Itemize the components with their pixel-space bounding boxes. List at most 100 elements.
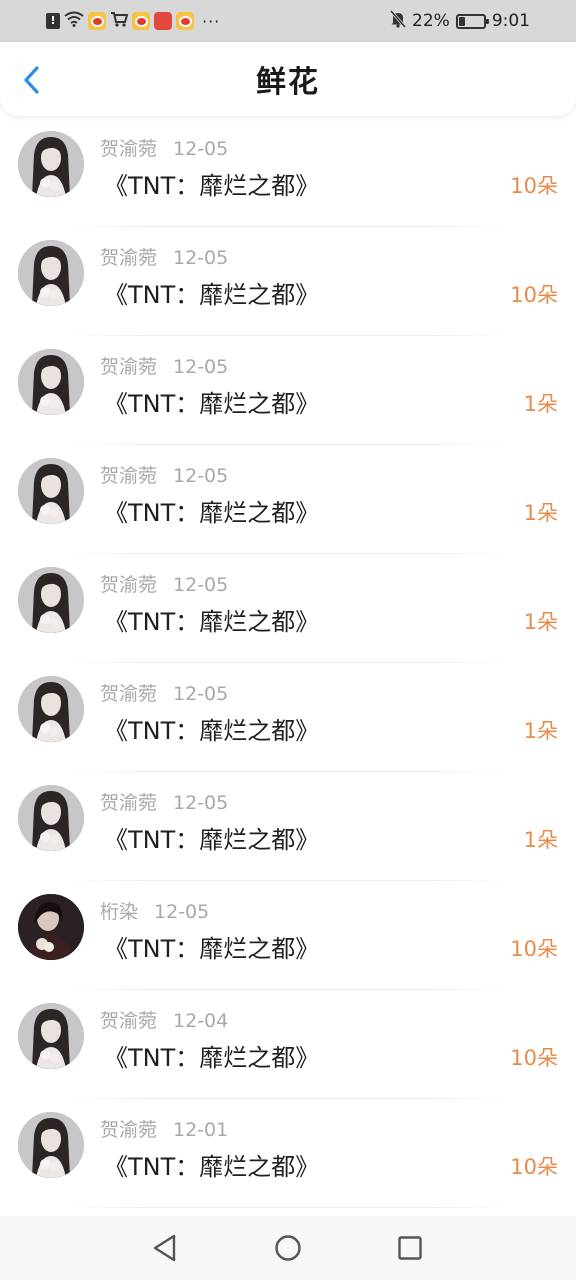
user-name[interactable]: 贺渝菀 (100, 683, 157, 705)
user-name[interactable]: 贺渝菀 (100, 792, 157, 814)
list-item[interactable]: 贺渝菀 12-04 《TNT：靡烂之都》 10朵 (0, 990, 576, 1099)
book-title[interactable]: 《TNT：靡烂之都》 (104, 711, 319, 746)
item-meta: 贺渝菀 12-05 (100, 134, 228, 161)
wifi-icon (64, 11, 84, 32)
battery-icon (455, 13, 489, 29)
list-item[interactable]: 贺渝菀 12-05 《TNT：靡烂之都》 10朵 (0, 227, 576, 336)
system-nav-bar (0, 1216, 576, 1280)
book-title[interactable]: 《TNT：靡烂之都》 (104, 602, 319, 637)
list-item[interactable]: 贺渝菀 12-05 《TNT：靡烂之都》 1朵 (0, 554, 576, 663)
item-meta: 贺渝菀 12-05 (100, 461, 228, 488)
status-right: 22% 9:01 (389, 9, 530, 33)
item-meta: 贺渝菀 12-05 (100, 679, 228, 706)
chevron-left-icon (24, 66, 39, 94)
avatar[interactable] (18, 240, 84, 306)
item-date: 12-05 (173, 792, 229, 814)
screen: ! ··· 22% 9:01 鲜花 贺渝菀 12-05 《TNT：靡烂之都》 1… (0, 0, 576, 1280)
status-left: ! ··· (46, 11, 220, 32)
item-meta: 桁染 12-05 (100, 897, 209, 924)
flower-count: 1朵 (523, 501, 558, 525)
item-meta: 贺渝菀 12-05 (100, 570, 228, 597)
avatar[interactable] (18, 676, 84, 742)
book-title[interactable]: 《TNT：靡烂之都》 (104, 929, 319, 964)
battery-level (458, 16, 465, 26)
user-name[interactable]: 贺渝菀 (100, 1119, 157, 1141)
item-date: 12-05 (173, 138, 229, 160)
flower-count: 1朵 (523, 828, 558, 852)
status-bar: ! ··· 22% 9:01 (0, 0, 576, 42)
user-name[interactable]: 贺渝菀 (100, 465, 157, 487)
flower-count: 10朵 (510, 283, 558, 307)
avatar[interactable] (18, 458, 84, 524)
item-date: 12-01 (173, 1119, 229, 1141)
list-item[interactable]: 贺渝菀 12-05 《TNT：靡烂之都》 1朵 (0, 663, 576, 772)
list-item[interactable]: 贺渝菀 12-05 《TNT：靡烂之都》 1朵 (0, 772, 576, 881)
item-date: 12-05 (173, 356, 229, 378)
item-date: 12-05 (173, 247, 229, 269)
avatar[interactable] (18, 785, 84, 851)
book-title[interactable]: 《TNT：靡烂之都》 (104, 384, 319, 419)
user-name[interactable]: 贺渝菀 (100, 574, 157, 596)
weibo-app-icon (132, 12, 150, 30)
user-name[interactable]: 桁染 (100, 901, 138, 923)
user-name[interactable]: 贺渝菀 (100, 1010, 157, 1032)
item-meta: 贺渝菀 12-05 (100, 352, 228, 379)
square-recents-icon (398, 1236, 422, 1260)
more-notifications: ··· (202, 11, 221, 31)
item-date: 12-04 (173, 1010, 229, 1032)
mute-bell-icon (389, 9, 407, 33)
flower-count: 10朵 (510, 937, 558, 961)
red-app-icon (154, 12, 172, 30)
page-title: 鲜花 (256, 65, 320, 100)
avatar[interactable] (18, 349, 84, 415)
list-item[interactable]: 贺渝菀 12-05 《TNT：靡烂之都》 1朵 (0, 336, 576, 445)
item-date: 12-05 (173, 683, 229, 705)
avatar[interactable] (18, 1003, 84, 1069)
avatar[interactable] (18, 567, 84, 633)
user-name[interactable]: 贺渝菀 (100, 356, 157, 378)
avatar[interactable] (18, 894, 84, 960)
list-item[interactable]: 贺渝菀 12-01 《TNT：靡烂之都》 10朵 (0, 1099, 576, 1208)
nav-recents-button[interactable] (395, 1233, 425, 1263)
triangle-back-icon (153, 1234, 176, 1262)
item-meta: 贺渝菀 12-05 (100, 243, 228, 270)
battery-percent: 22% (412, 11, 450, 31)
avatar[interactable] (18, 131, 84, 197)
book-title[interactable]: 《TNT：靡烂之都》 (104, 1038, 319, 1073)
flower-count: 1朵 (523, 719, 558, 743)
item-meta: 贺渝菀 12-04 (100, 1006, 228, 1033)
avatar[interactable] (18, 1112, 84, 1178)
cart-icon (110, 11, 129, 32)
notification-icon: ! (46, 13, 60, 29)
book-title[interactable]: 《TNT：靡烂之都》 (104, 493, 319, 528)
item-date: 12-05 (154, 901, 210, 923)
list-item[interactable]: 贺渝菀 12-05 《TNT：靡烂之都》 10朵 (0, 118, 576, 227)
user-name[interactable]: 贺渝菀 (100, 247, 157, 269)
divider (60, 1207, 516, 1208)
list-item[interactable]: 贺渝菀 12-05 《TNT：靡烂之都》 1朵 (0, 445, 576, 554)
flower-count: 10朵 (510, 1046, 558, 1070)
item-meta: 贺渝菀 12-05 (100, 788, 228, 815)
clock: 9:01 (491, 11, 530, 31)
book-title[interactable]: 《TNT：靡烂之都》 (104, 166, 319, 201)
weibo-app-icon (88, 12, 106, 30)
nav-home-button[interactable] (273, 1233, 303, 1263)
circle-home-icon (275, 1235, 301, 1261)
item-meta: 贺渝菀 12-01 (100, 1115, 228, 1142)
back-button[interactable] (16, 64, 48, 96)
book-title[interactable]: 《TNT：靡烂之都》 (104, 275, 319, 310)
header: 鲜花 (0, 42, 576, 116)
book-title[interactable]: 《TNT：靡烂之都》 (104, 1147, 319, 1182)
item-date: 12-05 (173, 465, 229, 487)
flower-count: 1朵 (523, 610, 558, 634)
list-item[interactable]: 桁染 12-05 《TNT：靡烂之都》 10朵 (0, 881, 576, 990)
flower-count: 10朵 (510, 174, 558, 198)
flower-count: 1朵 (523, 392, 558, 416)
item-date: 12-05 (173, 574, 229, 596)
nav-back-button[interactable] (150, 1233, 180, 1263)
flower-list: 贺渝菀 12-05 《TNT：靡烂之都》 10朵 贺渝菀 12-05 《TNT：靡烂之都》 1… (0, 118, 576, 1208)
weibo-app-icon (176, 12, 194, 30)
book-title[interactable]: 《TNT：靡烂之都》 (104, 820, 319, 855)
flower-count: 10朵 (510, 1155, 558, 1179)
user-name[interactable]: 贺渝菀 (100, 138, 157, 160)
